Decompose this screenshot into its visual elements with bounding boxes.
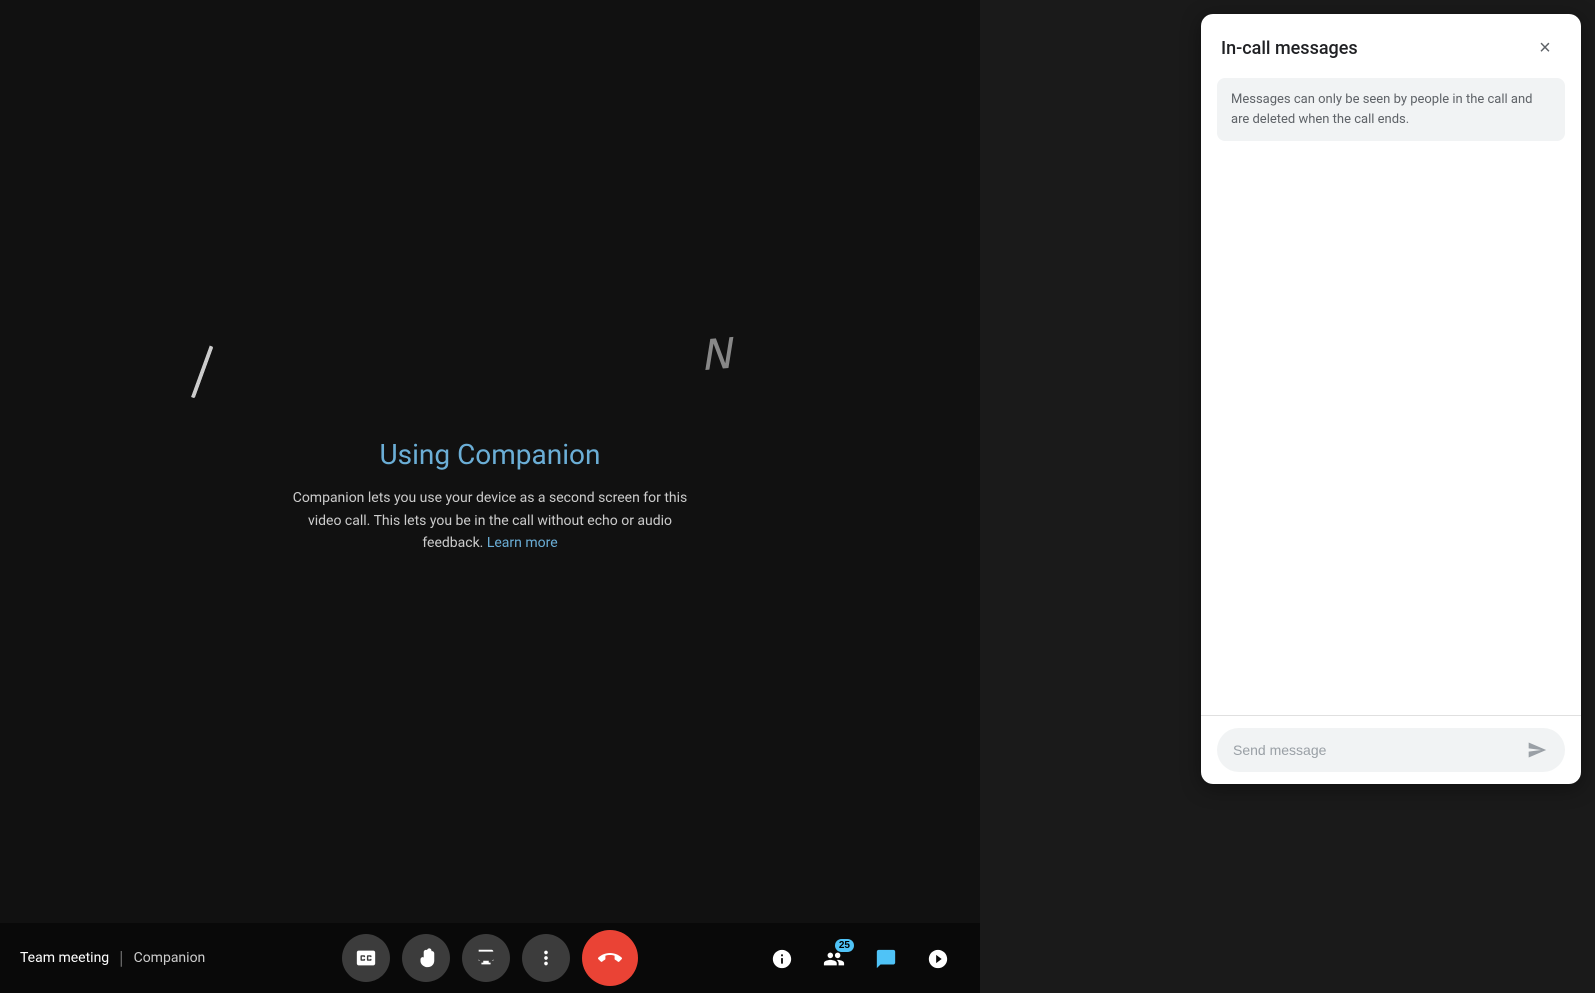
main-video-area: ꓠ Using Companion Companion lets you use… <box>0 0 980 993</box>
decorative-slash <box>166 337 213 399</box>
companion-label: Companion <box>134 950 206 966</box>
panel-close-button[interactable]: × <box>1529 32 1561 64</box>
raise-hand-icon <box>415 947 437 969</box>
companion-description: Companion lets you use your device as a … <box>280 487 700 554</box>
people-button[interactable]: 25 <box>812 937 856 981</box>
captions-icon <box>355 947 377 969</box>
end-call-icon <box>598 946 622 970</box>
meeting-info: Team meeting | Companion <box>20 948 205 969</box>
captions-button[interactable] <box>342 934 390 982</box>
present-icon <box>475 947 497 969</box>
send-message-wrap <box>1217 728 1565 772</box>
send-message-input[interactable] <box>1233 742 1525 758</box>
info-icon <box>771 948 793 970</box>
messages-panel: In-call messages × Messages can only be … <box>1201 14 1581 784</box>
panel-title: In-call messages <box>1221 38 1358 59</box>
info-button[interactable] <box>760 937 804 981</box>
meeting-title: Team meeting <box>20 950 109 966</box>
end-call-button[interactable] <box>582 930 638 986</box>
decorative-script: ꓠ <box>698 329 734 382</box>
panel-messages-area[interactable] <box>1201 153 1581 715</box>
panel-footer <box>1201 715 1581 784</box>
activities-icon <box>927 948 949 970</box>
center-content: Using Companion Companion lets you use y… <box>280 438 700 554</box>
activities-button[interactable] <box>916 937 960 981</box>
present-button[interactable] <box>462 934 510 982</box>
bottom-bar: Team meeting | Companion <box>0 923 980 993</box>
chat-button[interactable] <box>864 937 908 981</box>
raise-hand-button[interactable] <box>402 934 450 982</box>
chat-icon <box>875 948 897 970</box>
send-icon <box>1527 740 1547 760</box>
panel-header: In-call messages × <box>1201 14 1581 78</box>
learn-more-link[interactable]: Learn more <box>487 535 558 551</box>
separator: | <box>119 948 123 969</box>
right-icons: 25 <box>760 937 960 981</box>
send-message-button[interactable] <box>1525 738 1549 762</box>
more-options-button[interactable] <box>522 934 570 982</box>
people-badge: 25 <box>835 939 854 952</box>
using-companion-heading: Using Companion <box>280 438 700 471</box>
controls-bar <box>342 930 638 986</box>
panel-info-message: Messages can only be seen by people in t… <box>1217 78 1565 141</box>
more-options-icon <box>535 947 557 969</box>
